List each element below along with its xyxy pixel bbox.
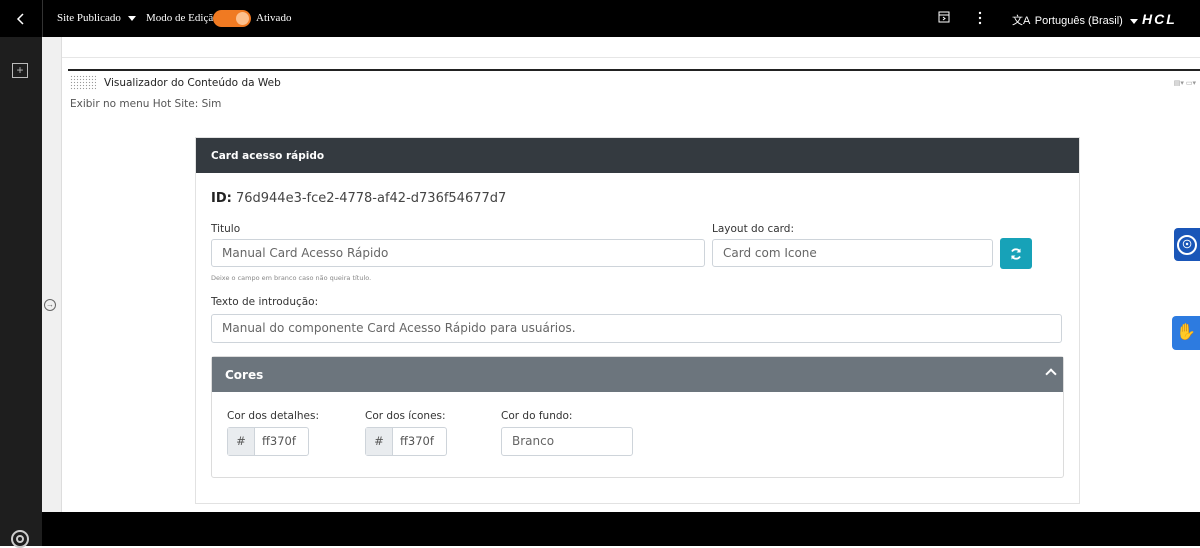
- chevron-up-icon[interactable]: [1045, 368, 1057, 380]
- top-toolbar: Site Publicado Modo de Edição: Ativado 文…: [0, 0, 1200, 37]
- hcl-logo: HCL: [1142, 11, 1177, 27]
- card-id: ID: 76d944e3-fce2-4778-af42-d736f54677d7: [211, 191, 506, 206]
- card-header-title: Card acesso rápido: [211, 150, 325, 162]
- background-color-label: Cor do fundo:: [501, 410, 573, 422]
- colors-section-title: Cores: [225, 368, 264, 382]
- left-rail: +: [0, 37, 42, 548]
- caret-down-icon: [127, 15, 136, 21]
- intro-input[interactable]: Manual do componente Card Acesso Rápido …: [211, 314, 1062, 343]
- hash-prefix: #: [228, 428, 255, 455]
- side-panel-gutter: →: [42, 37, 62, 512]
- sign-language-icon: ✋: [1176, 324, 1196, 341]
- translate-icon: 文A: [1012, 15, 1030, 27]
- icon-color-label: Cor dos ícones:: [365, 410, 446, 422]
- caret-down-icon: [1129, 18, 1138, 24]
- site-status-label: Site Publicado: [57, 12, 121, 24]
- refresh-icon: [1011, 247, 1021, 260]
- detail-color-input[interactable]: # ff370f: [227, 427, 309, 456]
- title-input[interactable]: Manual Card Acesso Rápido: [211, 239, 705, 267]
- background-color-input[interactable]: Branco: [501, 427, 633, 456]
- toggle-knob: [236, 12, 249, 25]
- detail-color-value: ff370f: [262, 434, 296, 448]
- sign-language-button[interactable]: ✋: [1172, 316, 1200, 350]
- icon-color-input[interactable]: # ff370f: [365, 427, 447, 456]
- portlet-menu-icons[interactable]: ▤▾ ▭▾: [1174, 79, 1196, 87]
- site-status-dropdown[interactable]: Site Publicado: [57, 12, 136, 24]
- intro-label: Texto de introdução:: [211, 296, 319, 308]
- language-dropdown[interactable]: 文A Português (Brasil): [1012, 12, 1138, 28]
- icon-color-value: ff370f: [400, 434, 434, 448]
- language-label: Português (Brasil): [1034, 15, 1123, 27]
- layout-input[interactable]: Card com Icone: [712, 239, 993, 267]
- detail-color-label: Cor dos detalhes:: [227, 410, 320, 422]
- layout-label: Layout do card:: [712, 223, 795, 235]
- hot-site-info: Exibir no menu Hot Site: Sim: [70, 98, 222, 110]
- back-button[interactable]: [0, 0, 43, 37]
- portlet-header: Visualizador do Conteúdo da Web ▤▾ ▭▾: [68, 69, 1200, 94]
- accessibility-icon: ☉: [1177, 234, 1197, 255]
- colors-section-header[interactable]: Cores: [212, 357, 1063, 392]
- title-hint: Deixe o campo em branco caso não queira …: [211, 274, 372, 282]
- refresh-layout-button[interactable]: [1000, 238, 1032, 269]
- empty-region: [62, 37, 1200, 58]
- add-icon[interactable]: +: [12, 63, 28, 78]
- chevron-left-icon: [16, 12, 24, 25]
- page-settings-icon[interactable]: [938, 11, 950, 23]
- id-label: ID:: [211, 191, 232, 206]
- hash-prefix: #: [366, 428, 393, 455]
- bottom-bar: [42, 512, 1200, 546]
- colors-section: Cores Cor dos detalhes: # ff370f Cor dos…: [211, 356, 1064, 478]
- card-header: Card acesso rápido: [196, 138, 1079, 173]
- help-lifebuoy-icon[interactable]: [11, 530, 29, 548]
- expand-arrow-icon[interactable]: →: [44, 299, 56, 311]
- id-value: 76d944e3-fce2-4778-af42-d736f54677d7: [235, 191, 507, 206]
- edit-mode-label: Modo de Edição:: [146, 12, 222, 24]
- edit-mode-state: Ativado: [256, 12, 292, 24]
- edit-mode-toggle[interactable]: [213, 10, 251, 27]
- title-label: Titulo: [211, 223, 241, 235]
- accessibility-button[interactable]: ☉: [1174, 228, 1200, 261]
- portlet-title: Visualizador do Conteúdo da Web: [104, 77, 281, 89]
- drag-handle-icon[interactable]: [70, 75, 96, 90]
- quick-access-card-form: Card acesso rápido ID: 76d944e3-fce2-477…: [195, 137, 1080, 504]
- more-options-icon[interactable]: [978, 11, 982, 25]
